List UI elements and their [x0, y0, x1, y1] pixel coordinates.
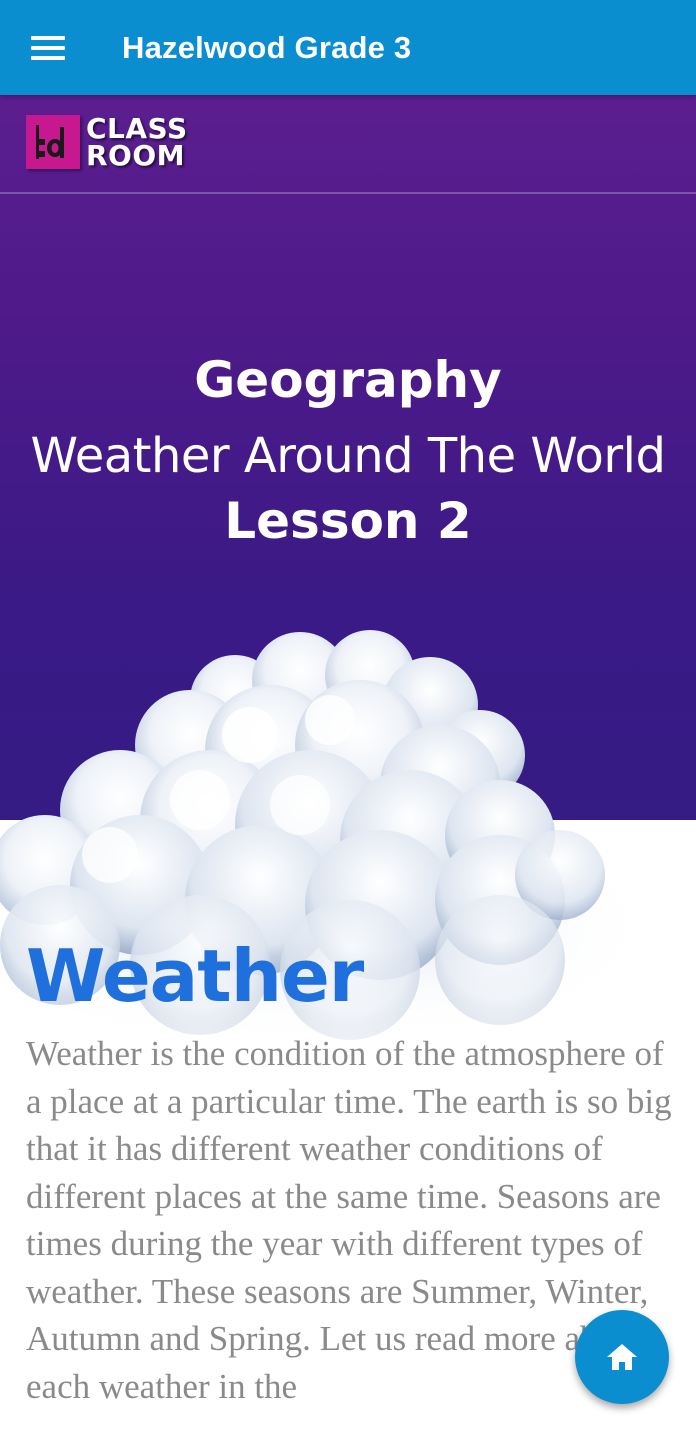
app-title: Hazelwood Grade 3	[122, 30, 412, 65]
topic-title: Weather Around The World	[30, 428, 666, 484]
logo-bar: CLASS ROOM	[0, 95, 696, 194]
hamburger-menu-icon[interactable]	[31, 36, 65, 60]
subject-title: Geography	[194, 351, 502, 409]
lesson-number: Lesson 2	[224, 492, 472, 550]
logo-line-room: ROOM	[86, 139, 186, 172]
section-heading: Weather	[26, 934, 364, 1018]
logo-text: CLASS ROOM	[86, 112, 188, 172]
logo-mark-icon	[26, 115, 80, 169]
logo-line-class: CLASS	[86, 112, 188, 145]
classroom-logo: CLASS ROOM	[26, 112, 188, 172]
home-icon	[607, 1344, 637, 1370]
lesson-hero: CLASS ROOM Geography Weather Around The …	[0, 95, 696, 1065]
home-button[interactable]	[575, 1310, 669, 1404]
app-bar: Hazelwood Grade 3	[0, 0, 696, 95]
